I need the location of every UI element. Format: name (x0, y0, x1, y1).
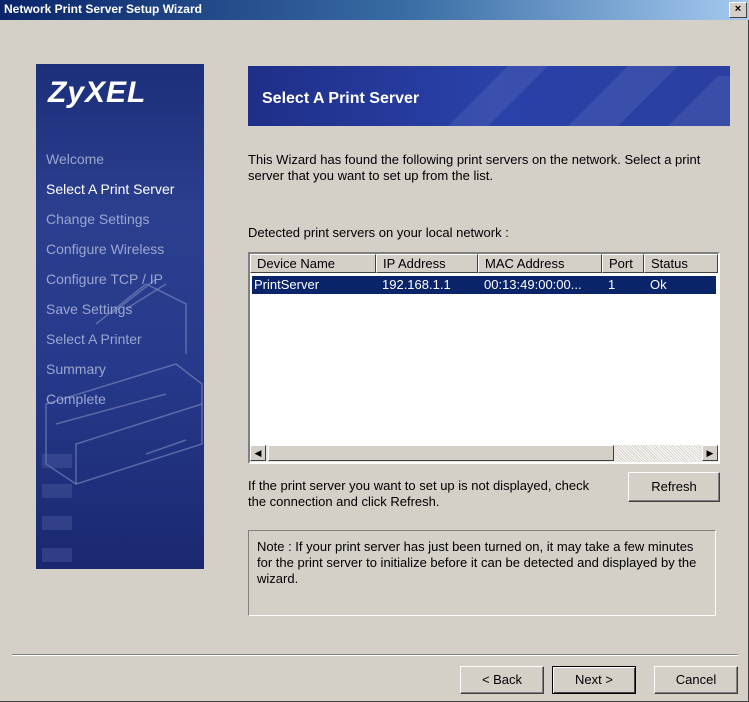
table-row[interactable]: PrintServer 192.168.1.1 00:13:49:00:00..… (252, 276, 716, 294)
intro-text: This Wizard has found the following prin… (248, 152, 701, 183)
print-server-list[interactable]: Device Name IP Address MAC Address Port … (248, 252, 720, 464)
cancel-button[interactable]: Cancel (654, 666, 738, 694)
scroll-left-icon[interactable]: ◀ (250, 445, 266, 461)
refresh-hint: If the print server you want to set up i… (248, 478, 590, 509)
column-device-name[interactable]: Device Name (250, 254, 376, 273)
column-mac-address[interactable]: MAC Address (478, 254, 602, 273)
step-complete: Complete (46, 391, 106, 407)
step-summary: Summary (46, 361, 106, 377)
cell-port: 1 (608, 277, 616, 292)
zyxel-logo: ZyXEL (48, 76, 147, 109)
cell-device-name: PrintServer (254, 277, 320, 292)
step-configure-tcp-ip: Configure TCP / IP (46, 271, 163, 287)
horizontal-scrollbar[interactable]: ◀ ▶ (250, 445, 718, 462)
close-button[interactable]: × (729, 2, 747, 18)
window-title: Network Print Server Setup Wizard (4, 2, 202, 16)
back-button[interactable]: < Back (460, 666, 544, 694)
title-bar[interactable]: Network Print Server Setup Wizard × (0, 0, 749, 20)
step-configure-wireless: Configure Wireless (46, 241, 165, 257)
cell-status: Ok (650, 277, 667, 292)
step-select-printer: Select A Printer (46, 331, 142, 347)
column-ip-address[interactable]: IP Address (376, 254, 478, 273)
step-change-settings: Change Settings (46, 211, 150, 227)
scroll-track[interactable] (616, 445, 700, 461)
note-box: Note : If your print server has just bee… (248, 530, 716, 616)
list-header: Device Name IP Address MAC Address Port … (250, 254, 718, 274)
wizard-side-banner: ZyXEL Welcome Select A Print Server Chan… (36, 64, 204, 569)
column-status[interactable]: Status (644, 254, 718, 273)
column-port[interactable]: Port (602, 254, 644, 273)
footer-divider-highlight (12, 655, 738, 656)
setup-wizard-window: Network Print Server Setup Wizard × ZyXE… (0, 0, 749, 702)
step-select-print-server: Select A Print Server (46, 181, 175, 197)
scroll-thumb[interactable] (268, 445, 614, 461)
refresh-button[interactable]: Refresh (628, 472, 720, 502)
note-text: Note : If your print server has just bee… (257, 539, 697, 586)
detected-servers-label: Detected print servers on your local net… (248, 225, 509, 240)
next-button[interactable]: Next > (552, 666, 636, 694)
page-header: Select A Print Server (248, 66, 730, 126)
step-save-settings: Save Settings (46, 301, 133, 317)
cell-ip-address: 192.168.1.1 (382, 277, 451, 292)
page-title: Select A Print Server (262, 90, 420, 107)
step-welcome: Welcome (46, 151, 105, 167)
wizard-steps: Welcome Select A Print Server Change Set… (46, 150, 174, 420)
cell-mac-address: 00:13:49:00:00... (484, 277, 582, 292)
scroll-right-icon[interactable]: ▶ (702, 445, 718, 461)
